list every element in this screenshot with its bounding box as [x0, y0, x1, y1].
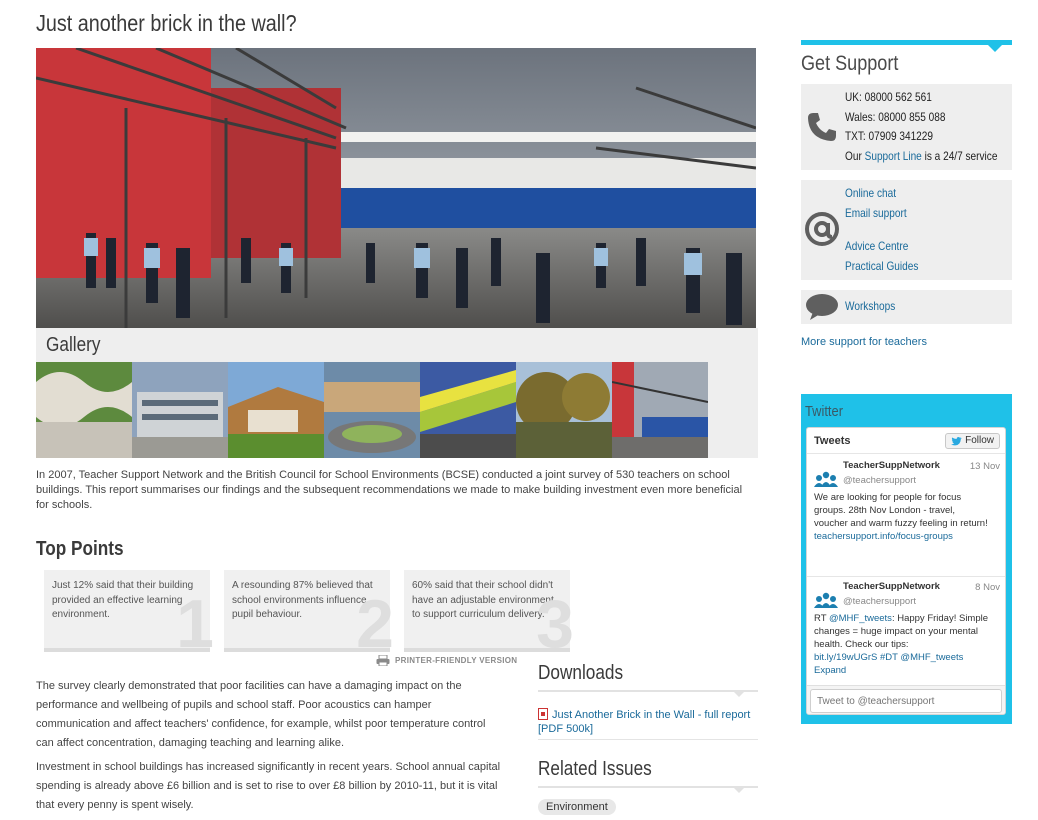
divider	[807, 576, 1005, 577]
phone-support-box: UK: 08000 562 561 Wales: 08000 855 088 T…	[801, 84, 1012, 170]
phone-icon	[808, 113, 836, 141]
twitter-bird-icon	[951, 436, 963, 445]
gallery: Gallery	[36, 328, 758, 458]
tweet-compose-area	[807, 685, 1005, 714]
body-paragraph: The survey clearly demonstrated that poo…	[36, 680, 486, 749]
online-chat-link[interactable]: Online chat	[845, 186, 896, 200]
support-line-link[interactable]: Support Line	[865, 149, 922, 163]
download-link-label: Just Another Brick in the Wall - full re…	[538, 709, 751, 735]
hero-image	[36, 48, 756, 328]
divider	[538, 786, 758, 793]
tweet-hashtag[interactable]: #DT	[880, 652, 898, 663]
phone-wales: Wales: 08000 855 088	[845, 109, 946, 124]
tweet-handle: @teachersupport	[843, 475, 917, 486]
gallery-title: Gallery	[46, 334, 101, 356]
phone-lines: UK: 08000 562 561 Wales: 08000 855 088 T…	[845, 88, 997, 166]
tweet-author: TeacherSuppNetwork	[843, 581, 940, 592]
gallery-thumb-2[interactable]	[132, 362, 228, 458]
top-point-1: Just 12% said that their building provid…	[44, 570, 214, 658]
phone-txt: TXT: 07909 341229	[845, 129, 933, 143]
email-support-link[interactable]: Email support	[845, 206, 907, 220]
related-issues-title: Related Issues	[538, 758, 652, 780]
tweet-author: TeacherSuppNetwork	[843, 460, 940, 471]
page-title: Just another brick in the wall?	[36, 10, 297, 36]
gallery-thumb-3[interactable]	[228, 362, 324, 458]
twitter-panel: Twitter Tweets Follow TeacherSuppNetwork…	[801, 394, 1012, 724]
printer-friendly-link[interactable]: PRINTER-FRIENDLY VERSION	[376, 655, 517, 666]
online-support-box: Online chat Email support Advice Centre …	[801, 180, 1012, 280]
tweet-date: 8 Nov	[975, 582, 1000, 593]
gallery-thumb-4[interactable]	[324, 362, 420, 458]
speech-bubble-icon	[806, 294, 838, 320]
workshops-link[interactable]: Workshops	[845, 299, 895, 313]
tweet-mention[interactable]: @MHF_tweets	[829, 613, 892, 624]
tweet-expand-link[interactable]: Expand	[814, 665, 846, 676]
online-support-links: Online chat Email support Advice Centre …	[845, 184, 918, 276]
gallery-thumb-6[interactable]	[516, 362, 612, 458]
workshops-box: Workshops	[801, 290, 1012, 324]
tweet-body: RT @MHF_tweets: Happy Friday! Simple cha…	[814, 613, 989, 676]
printer-icon	[376, 655, 390, 666]
support-title: Get Support	[801, 52, 899, 75]
top-point-number: 1	[176, 586, 214, 662]
twitter-widget-header: Tweets Follow	[807, 428, 1005, 454]
tweets-label: Tweets	[814, 435, 851, 447]
phone-uk: UK: 08000 562 561	[845, 90, 932, 104]
teacher-support-logo-icon	[814, 592, 838, 608]
support-accent-bar	[801, 40, 1012, 52]
tweet-mention[interactable]: @MHF_tweets	[900, 652, 963, 663]
twitter-widget: Tweets Follow TeacherSuppNetwork @teache…	[806, 427, 1006, 715]
body-paragraph: Investment in school buildings has incre…	[36, 761, 501, 811]
printer-label: PRINTER-FRIENDLY VERSION	[395, 656, 518, 665]
divider	[538, 739, 758, 740]
gallery-thumb-1[interactable]	[36, 362, 132, 458]
article-body: The survey clearly demonstrated that poo…	[36, 677, 506, 820]
tweet-link[interactable]: bit.ly/19wUGrS	[814, 652, 877, 663]
advice-centre-link[interactable]: Advice Centre	[845, 239, 908, 253]
twitter-title: Twitter	[805, 403, 844, 420]
downloads-title: Downloads	[538, 662, 624, 684]
more-support-link[interactable]: More support for teachers	[801, 336, 927, 348]
pdf-icon	[538, 708, 548, 720]
top-point-3: 60% said that their school didn't have a…	[404, 570, 574, 658]
practical-guides-link[interactable]: Practical Guides	[845, 259, 918, 273]
tweet-link[interactable]: teachersupport.info/focus-groups	[814, 531, 953, 542]
tweet-body: We are looking for people for focus grou…	[814, 492, 988, 542]
download-report-link[interactable]: Just Another Brick in the Wall - full re…	[538, 706, 758, 736]
tag-environment[interactable]: Environment	[538, 799, 616, 815]
top-point-number: 2	[356, 586, 394, 662]
tweet-handle: @teachersupport	[843, 596, 917, 607]
at-sign-icon	[805, 212, 839, 246]
follow-label: Follow	[965, 435, 994, 446]
teacher-support-logo-icon	[814, 471, 838, 487]
tweet-date: 13 Nov	[969, 461, 1000, 472]
divider	[538, 690, 758, 697]
gallery-thumb-7[interactable]	[612, 362, 708, 458]
top-point-number: 3	[536, 586, 574, 662]
follow-button[interactable]: Follow	[945, 433, 1000, 449]
gallery-thumbnails	[36, 362, 708, 458]
support-line-note: Our Support Line is a 24/7 service	[845, 148, 998, 163]
gallery-thumb-5[interactable]	[420, 362, 516, 458]
top-point-2: A resounding 87% believed that school en…	[224, 570, 394, 658]
tweet-compose-input[interactable]	[810, 689, 1002, 713]
intro-paragraph: In 2007, Teacher Support Network and the…	[36, 469, 743, 511]
top-points-title: Top Points	[36, 538, 124, 560]
